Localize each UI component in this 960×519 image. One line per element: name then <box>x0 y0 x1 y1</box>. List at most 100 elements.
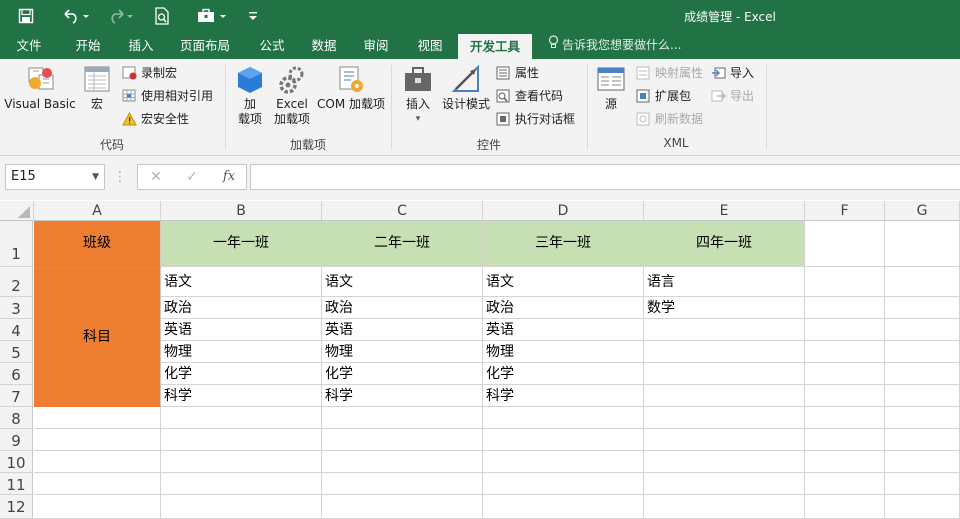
cell-a1[interactable]: 班级 <box>34 221 161 267</box>
cell-c11[interactable] <box>322 473 483 495</box>
insert-control-button[interactable]: 插入 ▾ <box>398 65 438 127</box>
relative-reference-button[interactable]: 使用相对引用 <box>122 86 213 106</box>
cell-e5[interactable] <box>644 341 805 363</box>
cell-d1[interactable]: 三年一班 <box>483 221 644 267</box>
cell-g1[interactable] <box>885 221 960 267</box>
worksheet-grid[interactable]: A B C D E F G 1 2 3 4 5 6 7 8 9 10 11 12… <box>0 201 960 519</box>
tab-page-layout[interactable]: 页面布局 <box>172 32 238 59</box>
cell-g10[interactable] <box>885 451 960 473</box>
cell-d3[interactable]: 政治 <box>483 297 644 319</box>
map-properties-button[interactable]: 映射属性 <box>636 63 703 83</box>
cell-g5[interactable] <box>885 341 960 363</box>
column-header-d[interactable]: D <box>483 201 644 221</box>
tab-file[interactable]: 文件 <box>5 32 53 59</box>
refresh-data-button[interactable]: 刷新数据 <box>636 109 703 129</box>
cell-g2[interactable] <box>885 267 960 297</box>
expansion-packs-button[interactable]: 扩展包 <box>636 86 691 106</box>
cell-e7[interactable] <box>644 385 805 407</box>
cell-b1[interactable]: 一年一班 <box>161 221 322 267</box>
column-header-e[interactable]: E <box>644 201 805 221</box>
column-header-c[interactable]: C <box>322 201 483 221</box>
cell-e8[interactable] <box>644 407 805 429</box>
design-mode-button[interactable]: 设计模式 <box>440 64 492 112</box>
cell-c4[interactable]: 英语 <box>322 319 483 341</box>
cell-d2[interactable]: 语文 <box>483 267 644 297</box>
export-button[interactable]: 导出 <box>711 86 754 106</box>
cell-e2[interactable]: 语言 <box>644 267 805 297</box>
enter-icon[interactable]: ✓ <box>182 164 202 190</box>
save-icon[interactable] <box>14 5 38 27</box>
row-header-12[interactable]: 12 <box>0 495 33 519</box>
cancel-icon[interactable]: ✕ <box>146 164 166 190</box>
column-header-a[interactable]: A <box>34 201 161 221</box>
row-header-3[interactable]: 3 <box>0 297 33 319</box>
row-header-7[interactable]: 7 <box>0 385 33 407</box>
macros-button[interactable]: 宏 <box>80 65 114 112</box>
properties-button[interactable]: 属性 <box>496 63 539 83</box>
cell-d9[interactable] <box>483 429 644 451</box>
tab-home[interactable]: 开始 <box>64 32 112 59</box>
cell-b5[interactable]: 物理 <box>161 341 322 363</box>
cell-b10[interactable] <box>161 451 322 473</box>
cell-c1[interactable]: 二年一班 <box>322 221 483 267</box>
cell-d5[interactable]: 物理 <box>483 341 644 363</box>
cell-g11[interactable] <box>885 473 960 495</box>
tell-me-box[interactable]: 告诉我您想要做什么... <box>548 32 681 59</box>
row-header-8[interactable]: 8 <box>0 407 33 429</box>
visual-basic-button[interactable]: Visual Basic <box>4 65 76 112</box>
cell-f10[interactable] <box>805 451 885 473</box>
cell-g8[interactable] <box>885 407 960 429</box>
row-header-11[interactable]: 11 <box>0 473 33 495</box>
cell-f4[interactable] <box>805 319 885 341</box>
cell-e4[interactable] <box>644 319 805 341</box>
cell-g12[interactable] <box>885 495 960 519</box>
cell-a9[interactable] <box>34 429 161 451</box>
cell-f11[interactable] <box>805 473 885 495</box>
cell-b3[interactable]: 政治 <box>161 297 322 319</box>
cell-f12[interactable] <box>805 495 885 519</box>
cell-c6[interactable]: 化学 <box>322 363 483 385</box>
row-header-10[interactable]: 10 <box>0 451 33 473</box>
insert-function-icon[interactable]: fx <box>218 164 240 190</box>
cell-g7[interactable] <box>885 385 960 407</box>
formula-bar-grip-icon[interactable]: ⋮ <box>113 164 127 190</box>
cell-b2[interactable]: 语文 <box>161 267 322 297</box>
tab-review[interactable]: 审阅 <box>352 32 400 59</box>
cell-g4[interactable] <box>885 319 960 341</box>
cell-f1[interactable] <box>805 221 885 267</box>
row-header-1[interactable]: 1 <box>0 221 33 267</box>
print-preview-icon[interactable] <box>150 5 174 27</box>
cell-f2[interactable] <box>805 267 885 297</box>
view-code-button[interactable]: 查看代码 <box>496 86 563 106</box>
cell-b6[interactable]: 化学 <box>161 363 322 385</box>
cell-b11[interactable] <box>161 473 322 495</box>
cell-d7[interactable]: 科学 <box>483 385 644 407</box>
cell-a2-a7-merged[interactable]: 科目 <box>34 267 161 407</box>
cell-b9[interactable] <box>161 429 322 451</box>
excel-addins-button[interactable]: Excel 加载项 <box>270 65 314 127</box>
cell-f3[interactable] <box>805 297 885 319</box>
customize-icon[interactable] <box>244 5 262 27</box>
cell-g6[interactable] <box>885 363 960 385</box>
cell-d8[interactable] <box>483 407 644 429</box>
row-header-6[interactable]: 6 <box>0 363 33 385</box>
cell-e3[interactable]: 数学 <box>644 297 805 319</box>
cell-b12[interactable] <box>161 495 322 519</box>
toolbox-icon[interactable] <box>194 5 230 27</box>
chevron-down-icon[interactable]: ▼ <box>92 165 99 189</box>
tab-developer[interactable]: 开发工具 <box>458 34 532 59</box>
cell-f5[interactable] <box>805 341 885 363</box>
cell-c8[interactable] <box>322 407 483 429</box>
name-box[interactable]: E15 ▼ <box>5 164 105 190</box>
cell-f8[interactable] <box>805 407 885 429</box>
cell-f6[interactable] <box>805 363 885 385</box>
row-header-2[interactable]: 2 <box>0 267 33 297</box>
macro-security-button[interactable]: 宏安全性 <box>122 109 189 129</box>
cell-f9[interactable] <box>805 429 885 451</box>
cell-d12[interactable] <box>483 495 644 519</box>
cell-e11[interactable] <box>644 473 805 495</box>
cell-b4[interactable]: 英语 <box>161 319 322 341</box>
row-header-4[interactable]: 4 <box>0 319 33 341</box>
column-header-f[interactable]: F <box>805 201 885 221</box>
tab-data[interactable]: 数据 <box>300 32 348 59</box>
